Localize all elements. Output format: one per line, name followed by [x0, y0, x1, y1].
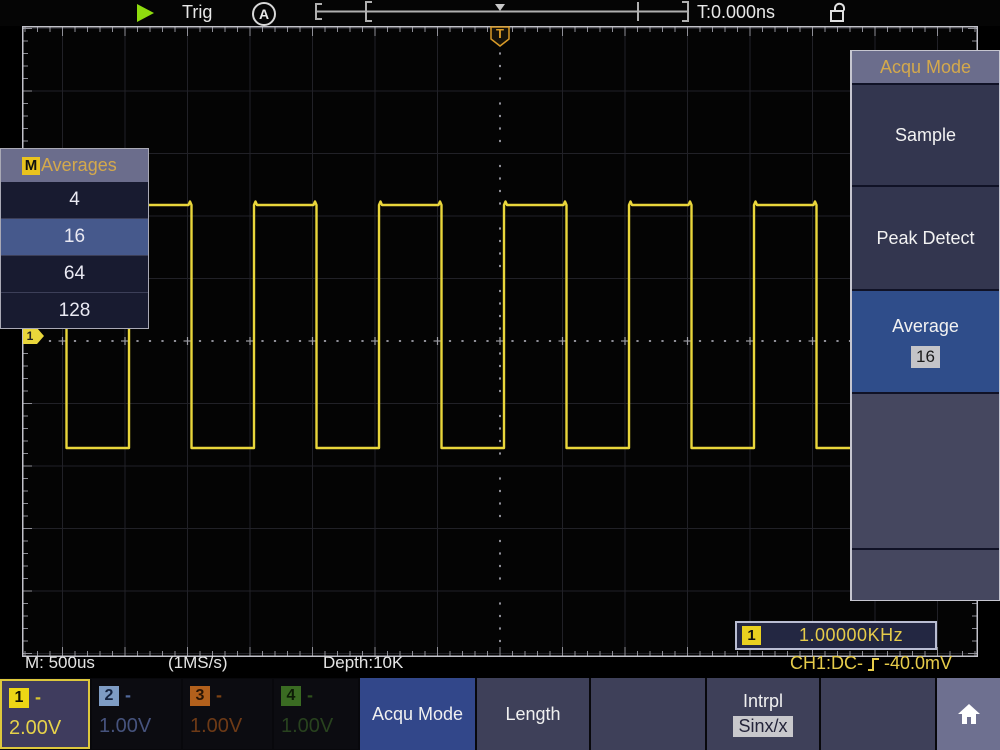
popup-header: M Averages [1, 149, 148, 182]
intrpl-value: Sinx/x [733, 716, 792, 737]
ch4-badge: 4 [281, 686, 301, 706]
svg-text:T: T [496, 26, 504, 41]
popup-item-16[interactable]: 16 [1, 218, 148, 255]
frequency-meter: 1 1.00000KHz [735, 621, 937, 650]
trigger-info-readout: CH1:DC- -40.0mV [790, 653, 952, 674]
depth-readout: Depth:10K [323, 653, 403, 673]
popup-item-128[interactable]: 128 [1, 292, 148, 329]
softkey-blank-1 [591, 678, 705, 750]
panel-button-average[interactable]: Average 16 [852, 291, 999, 392]
panel-button-peak-detect[interactable]: Peak Detect [852, 187, 999, 289]
ch1-coupling: - [35, 687, 41, 708]
channel-box-4[interactable]: 4 - 1.00V [274, 679, 358, 749]
channel-box-3[interactable]: 3 - 1.00V [183, 679, 272, 749]
averages-popup: M Averages 4 16 64 128 [0, 148, 149, 329]
trigger-info-prefix: CH1:DC- [790, 653, 863, 674]
softkey-intrpl[interactable]: Intrpl Sinx/x [707, 678, 819, 750]
ch3-scale: 1.00V [183, 706, 272, 738]
auto-trigger-icon: A [252, 2, 276, 26]
rising-edge-icon [866, 655, 881, 673]
channel-box-1[interactable]: 1 - 2.00V [0, 679, 90, 749]
bottom-bar: 1 - 2.00V 2 - 1.00V 3 - 1.00V 4 - 1.00V … [0, 678, 1000, 750]
ch4-coupling: - [307, 685, 313, 706]
panel-blank-2 [852, 550, 999, 601]
top-status-bar: Trig A T:0.000ns [0, 0, 1000, 26]
popup-item-4[interactable]: 4 [1, 182, 148, 218]
window-center-marker [495, 4, 505, 11]
home-button[interactable] [937, 678, 1000, 750]
popup-title: Averages [41, 155, 117, 176]
ch2-badge: 2 [99, 686, 119, 706]
ch1-badge: 1 [9, 688, 29, 708]
ch2-coupling: - [125, 685, 131, 706]
softkey-length[interactable]: Length [477, 678, 589, 750]
trig-label: Trig [182, 2, 212, 23]
length-label: Length [505, 704, 560, 725]
acqu-mode-panel: Acqu Mode Sample Peak Detect Average 16 [850, 50, 1000, 601]
unlock-icon [826, 1, 850, 25]
sample-rate-readout: (1MS/s) [168, 653, 228, 673]
run-play-icon [137, 4, 154, 22]
freq-value: 1.00000KHz [799, 625, 903, 646]
scope-graticule: T1 [22, 26, 978, 657]
panel-title: Acqu Mode [852, 51, 999, 83]
trigger-time-readout: T:0.000ns [697, 2, 775, 23]
trigger-info-suffix: -40.0mV [884, 653, 952, 674]
freq-channel-badge: 1 [742, 626, 761, 645]
ch4-scale: 1.00V [274, 706, 358, 738]
ch3-badge: 3 [190, 686, 210, 706]
intrpl-label: Intrpl [743, 691, 783, 712]
channel-box-2[interactable]: 2 - 1.00V [92, 679, 181, 749]
panel-button-sample[interactable]: Sample [852, 85, 999, 185]
trigger-position-indicator [310, 0, 700, 24]
popup-item-64[interactable]: 64 [1, 255, 148, 292]
m-knob-icon: M [22, 157, 40, 175]
peak-detect-label: Peak Detect [876, 228, 974, 249]
average-label: Average [892, 316, 959, 337]
average-value: 16 [911, 346, 940, 368]
home-icon [955, 701, 983, 727]
ch1-scale: 2.00V [2, 708, 88, 740]
timebase-readout: M: 500us [25, 653, 95, 673]
ch3-coupling: - [216, 685, 222, 706]
acqu-mode-label: Acqu Mode [372, 704, 463, 725]
panel-blank-1 [852, 394, 999, 548]
softkey-acqu-mode[interactable]: Acqu Mode [360, 678, 475, 750]
svg-text:1: 1 [27, 329, 34, 343]
sample-label: Sample [895, 125, 956, 146]
ch2-scale: 1.00V [92, 706, 181, 738]
softkey-blank-2 [821, 678, 935, 750]
